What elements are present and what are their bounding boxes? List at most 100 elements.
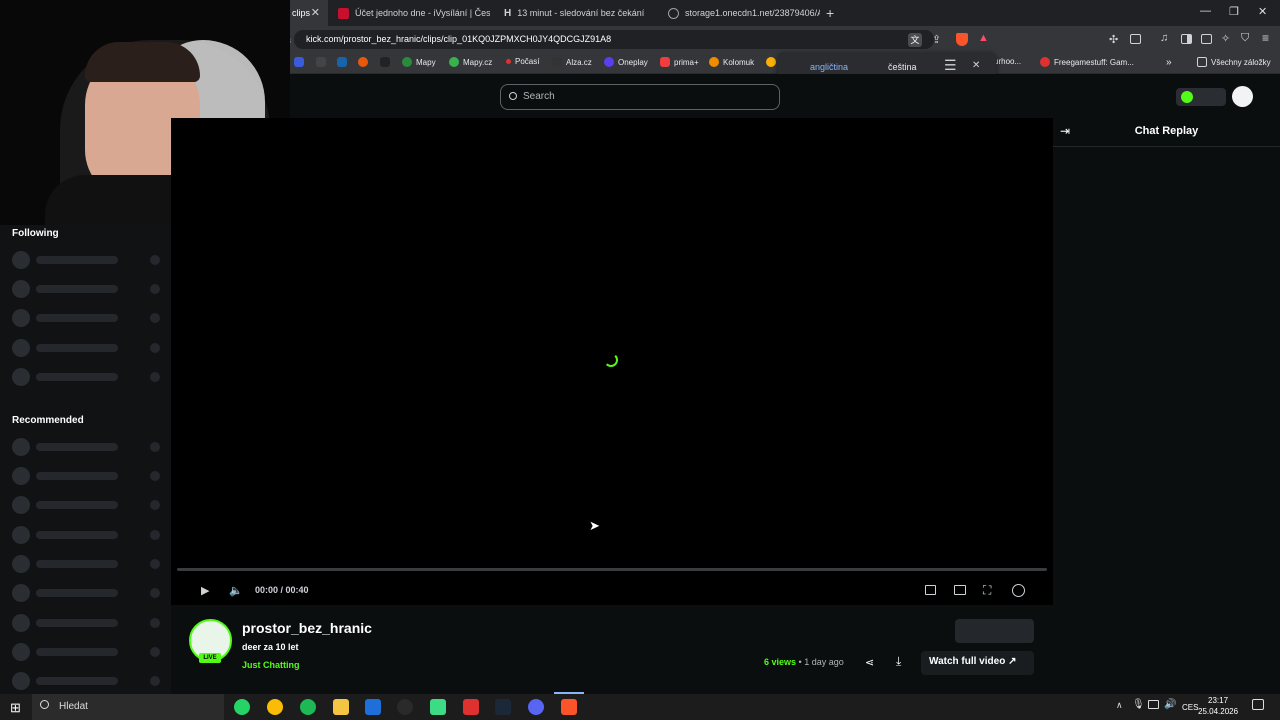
mouse-cursor-icon: ➤	[589, 518, 600, 533]
tab-kick-clips[interactable]: clips ✕	[284, 0, 328, 26]
bookmark-freegamestuff[interactable]: Freegamestuff: Gam...	[1040, 57, 1134, 67]
bookmark-urhoo[interactable]: urhoo...	[994, 57, 1021, 66]
ceska-televize-icon	[338, 7, 349, 19]
leo-ai-icon[interactable]: ✧	[1221, 32, 1230, 45]
menu-icon[interactable]: ≡	[1262, 31, 1269, 45]
whatsapp-icon[interactable]	[234, 699, 250, 715]
kick-icon	[1181, 91, 1193, 103]
watch-full-video-button[interactable]: Watch full video ↗	[921, 651, 1034, 675]
taskbar-search-input[interactable]: Hledat	[32, 694, 224, 720]
file-explorer-icon[interactable]	[333, 699, 349, 715]
chat-replay-title: Chat Replay	[1134, 125, 1199, 137]
live-badge: LIVE	[199, 653, 221, 663]
bookmark-prima[interactable]: prima+	[660, 57, 699, 67]
tab-13-minut[interactable]: H 13 minut - sledování bez čekání	[496, 0, 656, 26]
share-icon[interactable]: ⋖	[865, 656, 874, 669]
close-icon[interactable]: ✕	[311, 6, 320, 19]
theater-mode-icon[interactable]	[954, 585, 966, 595]
bookmark-icon-4[interactable]	[358, 57, 368, 67]
search-icon	[40, 700, 49, 709]
bookmark-mapy-cz[interactable]: Mapy.cz	[449, 57, 492, 67]
fullscreen-icon[interactable]: ⛶	[983, 583, 991, 598]
translate-from-tab[interactable]: angličtina	[810, 62, 848, 72]
brave-shields-icon[interactable]	[956, 33, 968, 46]
language-indicator[interactable]: CES	[1182, 703, 1198, 712]
search-icon	[509, 92, 517, 100]
tab-storage[interactable]: storage1.onecdn1.net/23879406/AE	[660, 0, 820, 26]
notifications-icon[interactable]	[1252, 699, 1264, 710]
kick-logo-button[interactable]	[1176, 88, 1226, 106]
restore-icon[interactable]: ❐	[1229, 5, 1239, 18]
bookmark-icon-5[interactable]	[380, 57, 390, 67]
view-count: 6 views	[764, 657, 797, 667]
address-bar[interactable]: kick.com/prostor_bez_hranic/clips/clip_0…	[294, 30, 934, 49]
player-controls: ▶ 🔈 00:00 / 00:40 ⛶	[171, 580, 1053, 602]
settings-icon[interactable]	[1012, 584, 1025, 597]
tab-title: clips	[292, 8, 311, 18]
tab-title: Účet jednoho dne - iVysílání | Česká t	[355, 8, 490, 18]
bookmark-oneplay[interactable]: Oneplay	[604, 57, 648, 67]
play-icon[interactable]: ▶	[201, 584, 209, 597]
app-green-icon[interactable]	[430, 699, 446, 715]
discord-icon[interactable]	[528, 699, 544, 715]
loading-spinner-icon	[604, 353, 618, 367]
category-link[interactable]: Just Chatting	[242, 660, 300, 670]
bookmark-icon-1[interactable]	[294, 57, 304, 67]
progress-bar[interactable]	[177, 568, 1047, 571]
vpn-shield-icon[interactable]: ⛉	[1241, 32, 1249, 45]
microphone-icon[interactable]: 🎙	[1132, 699, 1145, 710]
minimize-icon[interactable]: —	[1200, 5, 1211, 17]
bookmark-kolomuk[interactable]: Kolomuk	[709, 57, 754, 67]
miniplayer-icon[interactable]	[925, 585, 936, 595]
media-icon[interactable]: ♫	[1160, 32, 1168, 44]
recommended-skeleton	[12, 467, 160, 485]
channel-name[interactable]: prostor_bez_hranic	[242, 620, 372, 636]
download-icon[interactable]: ⤓	[896, 654, 901, 669]
search-input[interactable]: Search	[500, 84, 780, 110]
bookmark-icon-2[interactable]	[316, 57, 326, 67]
share-icon[interactable]: ⇪	[932, 33, 941, 46]
clip-title: deer za 10 let	[242, 642, 299, 652]
tray-chevron-icon[interactable]: ∧	[1116, 700, 1123, 711]
external-link-icon: ↗	[1008, 656, 1017, 667]
sidebar: Following Recommended	[0, 225, 171, 694]
translate-to-tab[interactable]: čeština	[888, 62, 917, 72]
new-tab-button[interactable]: +	[826, 5, 834, 21]
clock[interactable]: 23:17 25.04.2026	[1198, 695, 1238, 717]
brave-icon[interactable]	[561, 699, 577, 715]
all-bookmarks-folder[interactable]: Všechny záložky	[1197, 57, 1271, 67]
speaker-icon[interactable]: 🔊	[1164, 699, 1176, 710]
sidebar-icon[interactable]	[1181, 34, 1192, 44]
chevron-right-icon[interactable]: »	[1166, 57, 1172, 68]
wallet-icon[interactable]	[1130, 34, 1141, 44]
translate-icon[interactable]: 文	[908, 33, 922, 47]
network-icon[interactable]	[1148, 700, 1159, 709]
bookmark-icon-3[interactable]	[337, 57, 347, 67]
tab-title: 13 minut - sledování bez čekání	[517, 8, 645, 18]
spotify-icon[interactable]	[300, 699, 316, 715]
recommended-skeleton	[12, 643, 160, 661]
tab-title: storage1.onecdn1.net/23879406/AE	[685, 8, 820, 18]
user-avatar[interactable]	[1232, 86, 1253, 107]
windows-start-icon[interactable]: ⊞	[10, 700, 21, 716]
bookmark-icon-colorful[interactable]	[766, 57, 776, 67]
chrome-icon[interactable]	[267, 699, 283, 715]
brave-rewards-icon[interactable]: ▲	[978, 32, 989, 44]
app-g-icon[interactable]	[397, 699, 413, 715]
window-close-icon[interactable]: ✕	[1258, 5, 1267, 18]
bookmark-alza[interactable]: Alza.cz	[552, 57, 592, 67]
extensions-icon[interactable]: ✣	[1109, 33, 1118, 46]
app-red-icon[interactable]	[463, 699, 479, 715]
following-skeleton	[12, 309, 160, 327]
close-icon[interactable]: ✕	[972, 60, 980, 71]
bookmark-pocasi[interactable]: Počasí	[506, 57, 539, 66]
recommended-skeleton	[12, 672, 160, 690]
translate-options-icon[interactable]: ☰	[944, 57, 957, 74]
steam-icon[interactable]	[495, 699, 511, 715]
tab-ivysilani[interactable]: Účet jednoho dne - iVysílání | Česká t	[330, 0, 490, 26]
recommended-skeleton	[12, 438, 160, 456]
volume-icon[interactable]: 🔈	[229, 584, 243, 597]
wallet2-icon[interactable]	[1201, 34, 1212, 44]
code-editor-icon[interactable]	[365, 699, 381, 715]
bookmark-mapy[interactable]: Mapy	[402, 57, 436, 67]
